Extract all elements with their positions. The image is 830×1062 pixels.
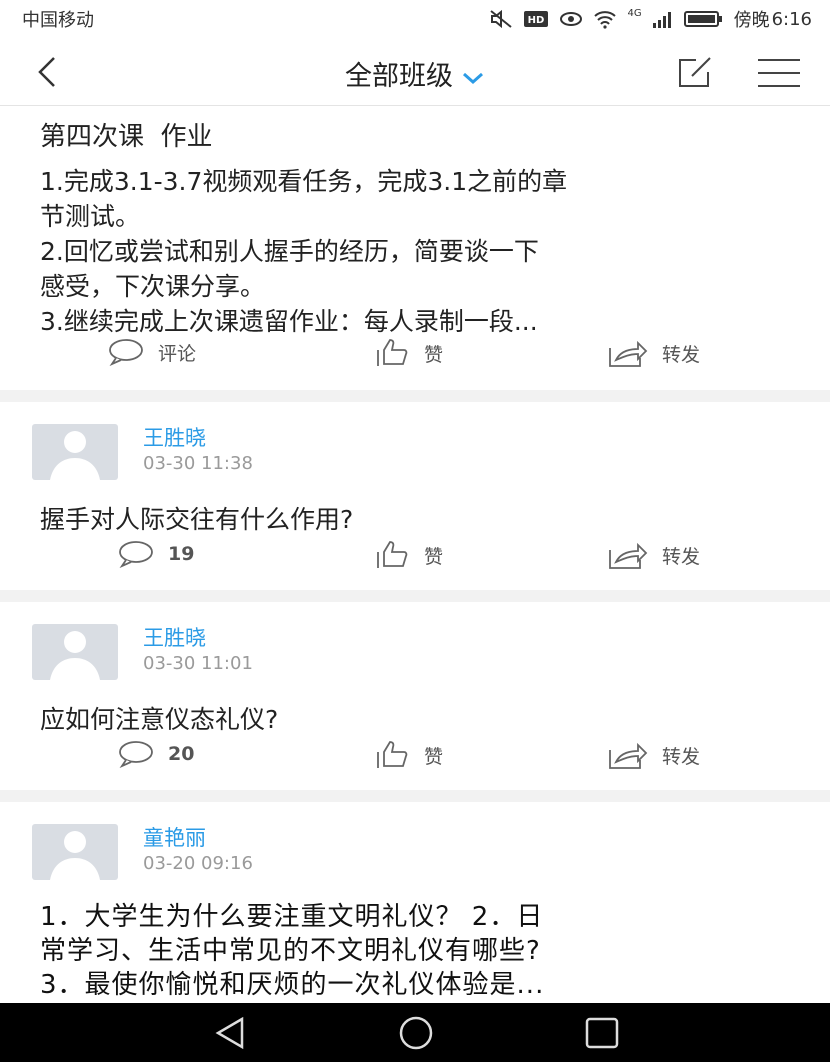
post-time: 03-30 11:01 [143, 653, 253, 674]
author-name[interactable]: 王胜晓 [143, 422, 206, 452]
thumbs-up-icon [377, 339, 408, 366]
nav-recents-icon[interactable] [582, 1015, 622, 1051]
discussion-post[interactable]: 王胜晓 03-30 11:38 握手对人际交往有什么作用? 19 赞 转发 [0, 402, 830, 590]
share-icon [609, 742, 648, 769]
top-navbar: 全部班级 [0, 38, 830, 106]
network-type: 4G [627, 7, 642, 19]
nav-home-icon[interactable] [396, 1015, 436, 1051]
assignment-title: 第四次课 作业 [40, 122, 213, 152]
assignment-line: 节测试。 [40, 202, 141, 231]
comment-icon [119, 741, 153, 768]
assignment-card[interactable]: 第四次课 作业 1.完成3.1-3.7视频观看任务，完成3.1之前的章 节测试。… [0, 106, 830, 390]
post-line: 常学习、生活中常见的不文明礼仪有哪些? [40, 936, 541, 966]
post-time: 03-20 09:16 [143, 853, 253, 874]
clock: 6:16 [771, 8, 812, 30]
share-button[interactable]: 转发 [608, 740, 700, 770]
system-navigation-bar [0, 1003, 830, 1062]
post-time: 03-30 11:38 [143, 453, 253, 474]
comment-count: 19 [168, 543, 195, 565]
author-name[interactable]: 童艳丽 [143, 822, 206, 852]
clock-prefix: 傍晚 [733, 10, 770, 31]
status-icons: HD 4G 傍晚 6:16 [489, 6, 812, 32]
post-body: 1．大学生为什么要注重文明礼仪？ 2．日 常学习、生活中常见的不文明礼仪有哪些?… [40, 900, 800, 1002]
post-text: 握手对人际交往有什么作用? [40, 505, 354, 534]
share-icon [609, 340, 648, 367]
thumbs-up-icon [377, 541, 408, 568]
comment-button[interactable]: 19 [118, 540, 194, 568]
hd-icon: HD [524, 11, 549, 27]
comment-icon [109, 339, 143, 366]
edit-icon[interactable] [676, 54, 714, 90]
like-button[interactable]: 赞 [376, 338, 443, 368]
comment-label: 评论 [158, 342, 197, 365]
share-icon [609, 542, 648, 569]
status-bar: 中国移动 HD 4G 傍晚 6:16 [0, 0, 830, 38]
avatar[interactable] [32, 424, 118, 480]
eye-icon [560, 12, 583, 26]
like-label: 赞 [424, 545, 444, 568]
discussion-post[interactable]: 王胜晓 03-30 11:01 应如何注意仪态礼仪? 20 赞 转发 [0, 602, 830, 790]
post-line: 3．最使你愉悦和厌烦的一次礼仪体验是... [40, 970, 545, 1000]
post-actions: 20 赞 转发 [0, 740, 830, 780]
menu-icon[interactable] [756, 56, 802, 90]
nav-back-icon[interactable] [212, 1015, 252, 1051]
comment-icon [119, 541, 153, 568]
avatar[interactable] [32, 824, 118, 880]
default-avatar-icon [50, 431, 100, 480]
post-text: 应如何注意仪态礼仪? [40, 705, 279, 734]
comment-button[interactable]: 评论 [108, 338, 196, 366]
page-title: 全部班级 [345, 61, 453, 92]
share-button[interactable]: 转发 [608, 338, 700, 368]
svg-text:HD: HD [528, 15, 545, 26]
share-label: 转发 [662, 343, 701, 366]
share-label: 转发 [662, 745, 701, 768]
chevron-down-icon [463, 72, 483, 84]
assignment-line: 1.完成3.1-3.7视频观看任务，完成3.1之前的章 [40, 167, 568, 196]
author-name[interactable]: 王胜晓 [143, 622, 206, 652]
comment-count: 20 [168, 743, 195, 765]
assignment-line: 2.回忆或尝试和别人握手的经历，简要谈一下 [40, 237, 539, 266]
comment-button[interactable]: 20 [118, 740, 194, 768]
feed-list: 第四次课 作业 1.完成3.1-3.7视频观看任务，完成3.1之前的章 节测试。… [0, 106, 830, 1003]
assignment-line: 3.继续完成上次课遗留作业：每人录制一段... [40, 307, 538, 336]
discussion-post[interactable]: 童艳丽 03-20 09:16 1．大学生为什么要注重文明礼仪？ 2．日 常学习… [0, 802, 830, 1003]
avatar[interactable] [32, 624, 118, 680]
share-button[interactable]: 转发 [608, 540, 700, 570]
like-label: 赞 [424, 745, 444, 768]
like-button[interactable]: 赞 [376, 740, 443, 770]
battery-icon [683, 11, 722, 27]
assignment-line: 感受，下次课分享。 [40, 272, 266, 301]
default-avatar-icon [50, 631, 100, 680]
assignment-body: 1.完成3.1-3.7视频观看任务，完成3.1之前的章 节测试。 2.回忆或尝试… [40, 164, 800, 339]
carrier-label: 中国移动 [22, 10, 94, 31]
thumbs-up-icon [377, 741, 408, 768]
like-label: 赞 [424, 343, 444, 366]
wifi-icon [594, 11, 617, 29]
signal-icon [652, 12, 671, 28]
mute-icon [490, 9, 513, 29]
share-label: 转发 [662, 545, 701, 568]
default-avatar-icon [50, 831, 100, 880]
post-line: 1．大学生为什么要注重文明礼仪？ 2．日 [40, 902, 544, 932]
like-button[interactable]: 赞 [376, 540, 443, 570]
post-actions: 19 赞 转发 [0, 540, 830, 580]
assignment-actions: 评论 赞 转发 [0, 338, 830, 378]
